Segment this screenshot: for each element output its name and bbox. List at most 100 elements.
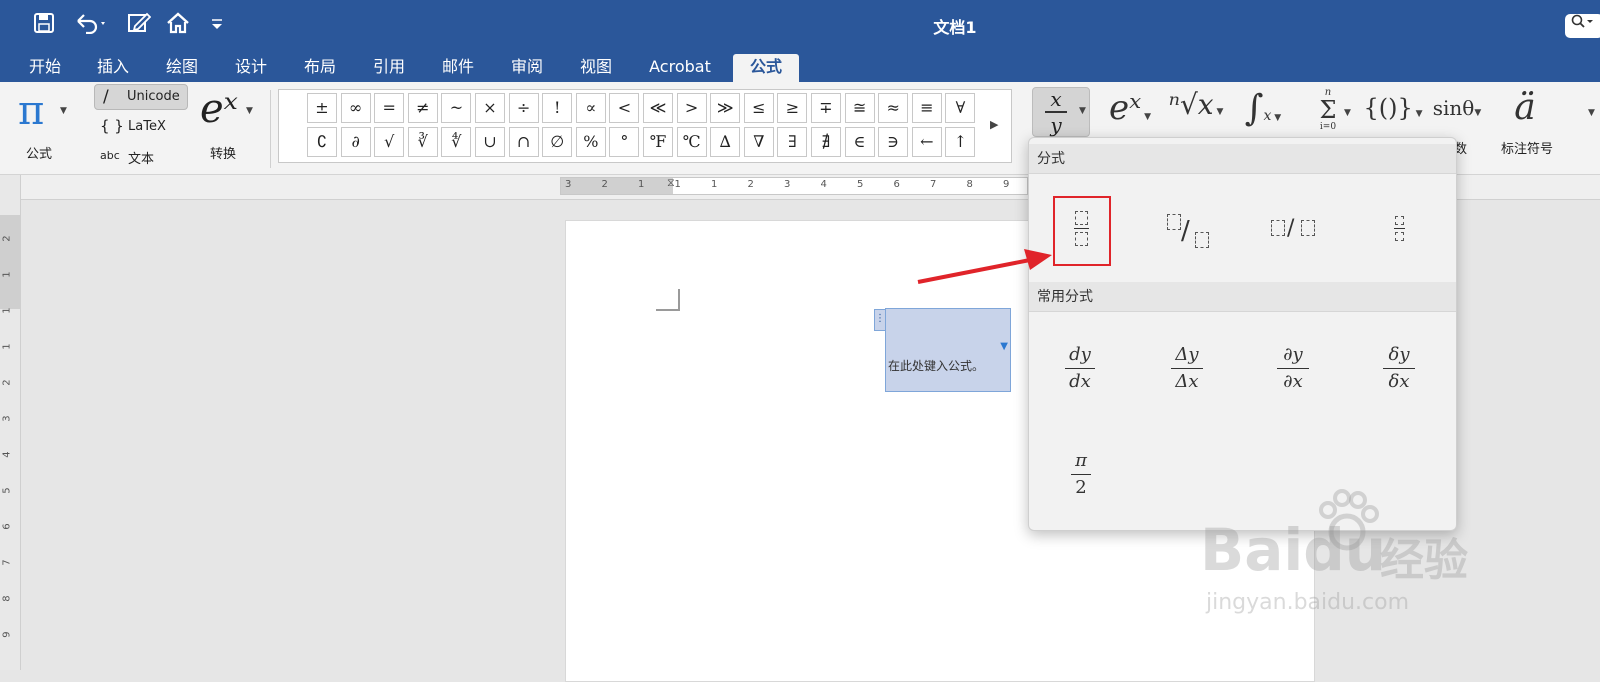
symbol-button[interactable]: ±: [307, 93, 337, 123]
tab-view[interactable]: 视图: [573, 54, 619, 82]
symbol-button[interactable]: ≠: [407, 93, 438, 123]
symbol-button[interactable]: ∈: [844, 127, 875, 157]
equation-placeholder-box[interactable]: ⋮ 在此处键入公式。 ▼: [874, 308, 1011, 392]
common-fraction-delta[interactable]: Δy Δx: [1171, 344, 1203, 393]
latex-button[interactable]: { } LaTeX: [100, 117, 180, 138]
equation-options-chevron-icon[interactable]: ▼: [1000, 341, 1008, 352]
bracket-icon: {()}: [1363, 94, 1413, 122]
tab-insert[interactable]: 插入: [90, 54, 136, 82]
ruler-tick-label: 1: [1, 307, 13, 314]
symbol-button[interactable]: ∪: [475, 127, 505, 157]
home-icon[interactable]: [164, 12, 192, 40]
tab-design[interactable]: 设计: [228, 54, 274, 82]
symbol-button[interactable]: ∜: [441, 127, 472, 157]
save-icon[interactable]: [30, 12, 58, 40]
tab-draw[interactable]: 绘图: [159, 54, 205, 82]
symbol-button[interactable]: ≅: [844, 93, 875, 123]
slash-icon: /: [1287, 216, 1295, 241]
ruler-tick-label: 5: [1, 487, 13, 494]
symbol-button[interactable]: ≥: [777, 93, 808, 123]
symbol-button[interactable]: ≤: [743, 93, 774, 123]
symbol-button[interactable]: ∛: [407, 127, 438, 157]
common-fraction-pi-over-2[interactable]: π2: [1071, 450, 1091, 499]
indent-marker-icon[interactable]: ⧖: [667, 176, 675, 190]
symbol-button[interactable]: ÷: [508, 93, 539, 123]
symbol-button[interactable]: ∂: [340, 127, 371, 157]
symbol-button[interactable]: ∓: [811, 93, 841, 123]
bracket-structure-button[interactable]: {()} ▼: [1362, 88, 1424, 128]
symbol-button[interactable]: ∁: [307, 127, 337, 157]
horizontal-ruler[interactable]: 32111234567891 ⧖: [560, 176, 1046, 195]
symbol-button[interactable]: ℃: [676, 127, 707, 157]
symbol-button[interactable]: ∆: [710, 127, 741, 157]
common-fraction-dy-dx[interactable]: dy dx: [1065, 344, 1095, 393]
symbol-button[interactable]: ←: [911, 127, 942, 157]
common-fraction-partial[interactable]: ∂y ∂x: [1277, 344, 1309, 393]
tab-equation[interactable]: 公式: [733, 54, 799, 82]
equation-handle-icon[interactable]: ⋮: [874, 309, 886, 331]
symbol-button[interactable]: ↑: [945, 127, 976, 157]
undo-icon[interactable]: [72, 12, 112, 40]
accent-structure-button[interactable]: ä 标注符号: [1494, 88, 1556, 158]
paw-icon: [1319, 489, 1379, 551]
stacked-fraction-icon: [1074, 211, 1089, 246]
symbol-button[interactable]: ∇: [743, 127, 774, 157]
tab-home[interactable]: 开始: [22, 54, 68, 82]
symbol-button[interactable]: !: [542, 93, 573, 123]
slash-icon: /: [1181, 216, 1190, 246]
function-structure-button[interactable]: sinθ▼ 数: [1428, 88, 1486, 157]
margin-corner-mark: [656, 289, 680, 311]
symbol-button[interactable]: ∅: [542, 127, 573, 157]
symbol-button[interactable]: ∄: [811, 127, 841, 157]
convert-button[interactable]: eˣ ▼ 转换: [196, 86, 260, 162]
tab-mailings[interactable]: 邮件: [435, 54, 481, 82]
text-button[interactable]: abc 文本: [100, 147, 180, 167]
symbol-button[interactable]: =: [374, 93, 405, 123]
tab-references[interactable]: 引用: [366, 54, 412, 82]
symbol-button[interactable]: ≫: [710, 93, 741, 123]
ruler-tick-label: 2: [601, 179, 608, 190]
ruler-tick-label: 8: [966, 179, 973, 190]
symbol-button[interactable]: %: [575, 127, 606, 157]
search-icon[interactable]: [1565, 14, 1600, 38]
vertical-ruler[interactable]: 2 1 1 1 2 3 4 5 6 7 8 9: [0, 175, 21, 670]
tab-layout[interactable]: 布局: [297, 54, 343, 82]
fraction-structure-button[interactable]: x y ▼: [1032, 87, 1090, 137]
text-label: 文本: [128, 152, 155, 167]
symbol-button[interactable]: ∝: [575, 93, 606, 123]
gallery-scroll-right-icon[interactable]: ▶: [990, 118, 998, 131]
tab-acrobat[interactable]: Acrobat: [642, 54, 718, 82]
symbol-button[interactable]: ×: [475, 93, 505, 123]
symbol-button[interactable]: °: [609, 127, 640, 157]
symbol-button[interactable]: ℉: [643, 127, 673, 157]
edit-doc-icon[interactable]: [124, 12, 154, 40]
script-structure-button[interactable]: eˣ ▼: [1102, 88, 1158, 128]
symbol-button[interactable]: >: [676, 93, 707, 123]
stacked-fraction-option[interactable]: [1053, 196, 1111, 266]
symbol-button[interactable]: ≈: [878, 93, 909, 123]
symbol-button[interactable]: ∋: [878, 127, 909, 157]
title-bar: 文档1: [0, 0, 1600, 52]
linear-fraction-option[interactable]: /: [1265, 206, 1325, 256]
symbol-button[interactable]: ∀: [945, 93, 976, 123]
skewed-fraction-option[interactable]: /: [1159, 206, 1219, 256]
symbol-button[interactable]: ≡: [911, 93, 942, 123]
symbol-button[interactable]: ∃: [777, 127, 808, 157]
insert-equation-button[interactable]: π ▼ 公式: [14, 88, 70, 164]
customize-icon[interactable]: [206, 12, 228, 40]
chevron-down-icon: ▼: [246, 106, 253, 116]
tab-review[interactable]: 审阅: [504, 54, 550, 82]
symbol-button[interactable]: <: [609, 93, 640, 123]
common-fraction-small-delta[interactable]: δy δx: [1383, 344, 1415, 393]
symbol-button[interactable]: ~: [441, 93, 472, 123]
symbol-button[interactable]: ∩: [508, 127, 539, 157]
fraction-gallery-dropdown: 分式 / / 常用分式 dy dx Δy Δx ∂y ∂x δy δx π 2: [1028, 137, 1457, 531]
symbol-button[interactable]: √: [374, 127, 405, 157]
integral-structure-button[interactable]: ∫x ▼: [1234, 88, 1292, 129]
small-fraction-option[interactable]: [1377, 206, 1427, 256]
ruler-tick-label: 4: [820, 179, 827, 190]
unicode-button[interactable]: / Unicode: [94, 84, 188, 110]
symbol-button[interactable]: ∞: [340, 93, 371, 123]
symbol-button[interactable]: ≪: [643, 93, 673, 123]
radical-structure-button[interactable]: ⁿ√x ▼: [1168, 88, 1224, 121]
